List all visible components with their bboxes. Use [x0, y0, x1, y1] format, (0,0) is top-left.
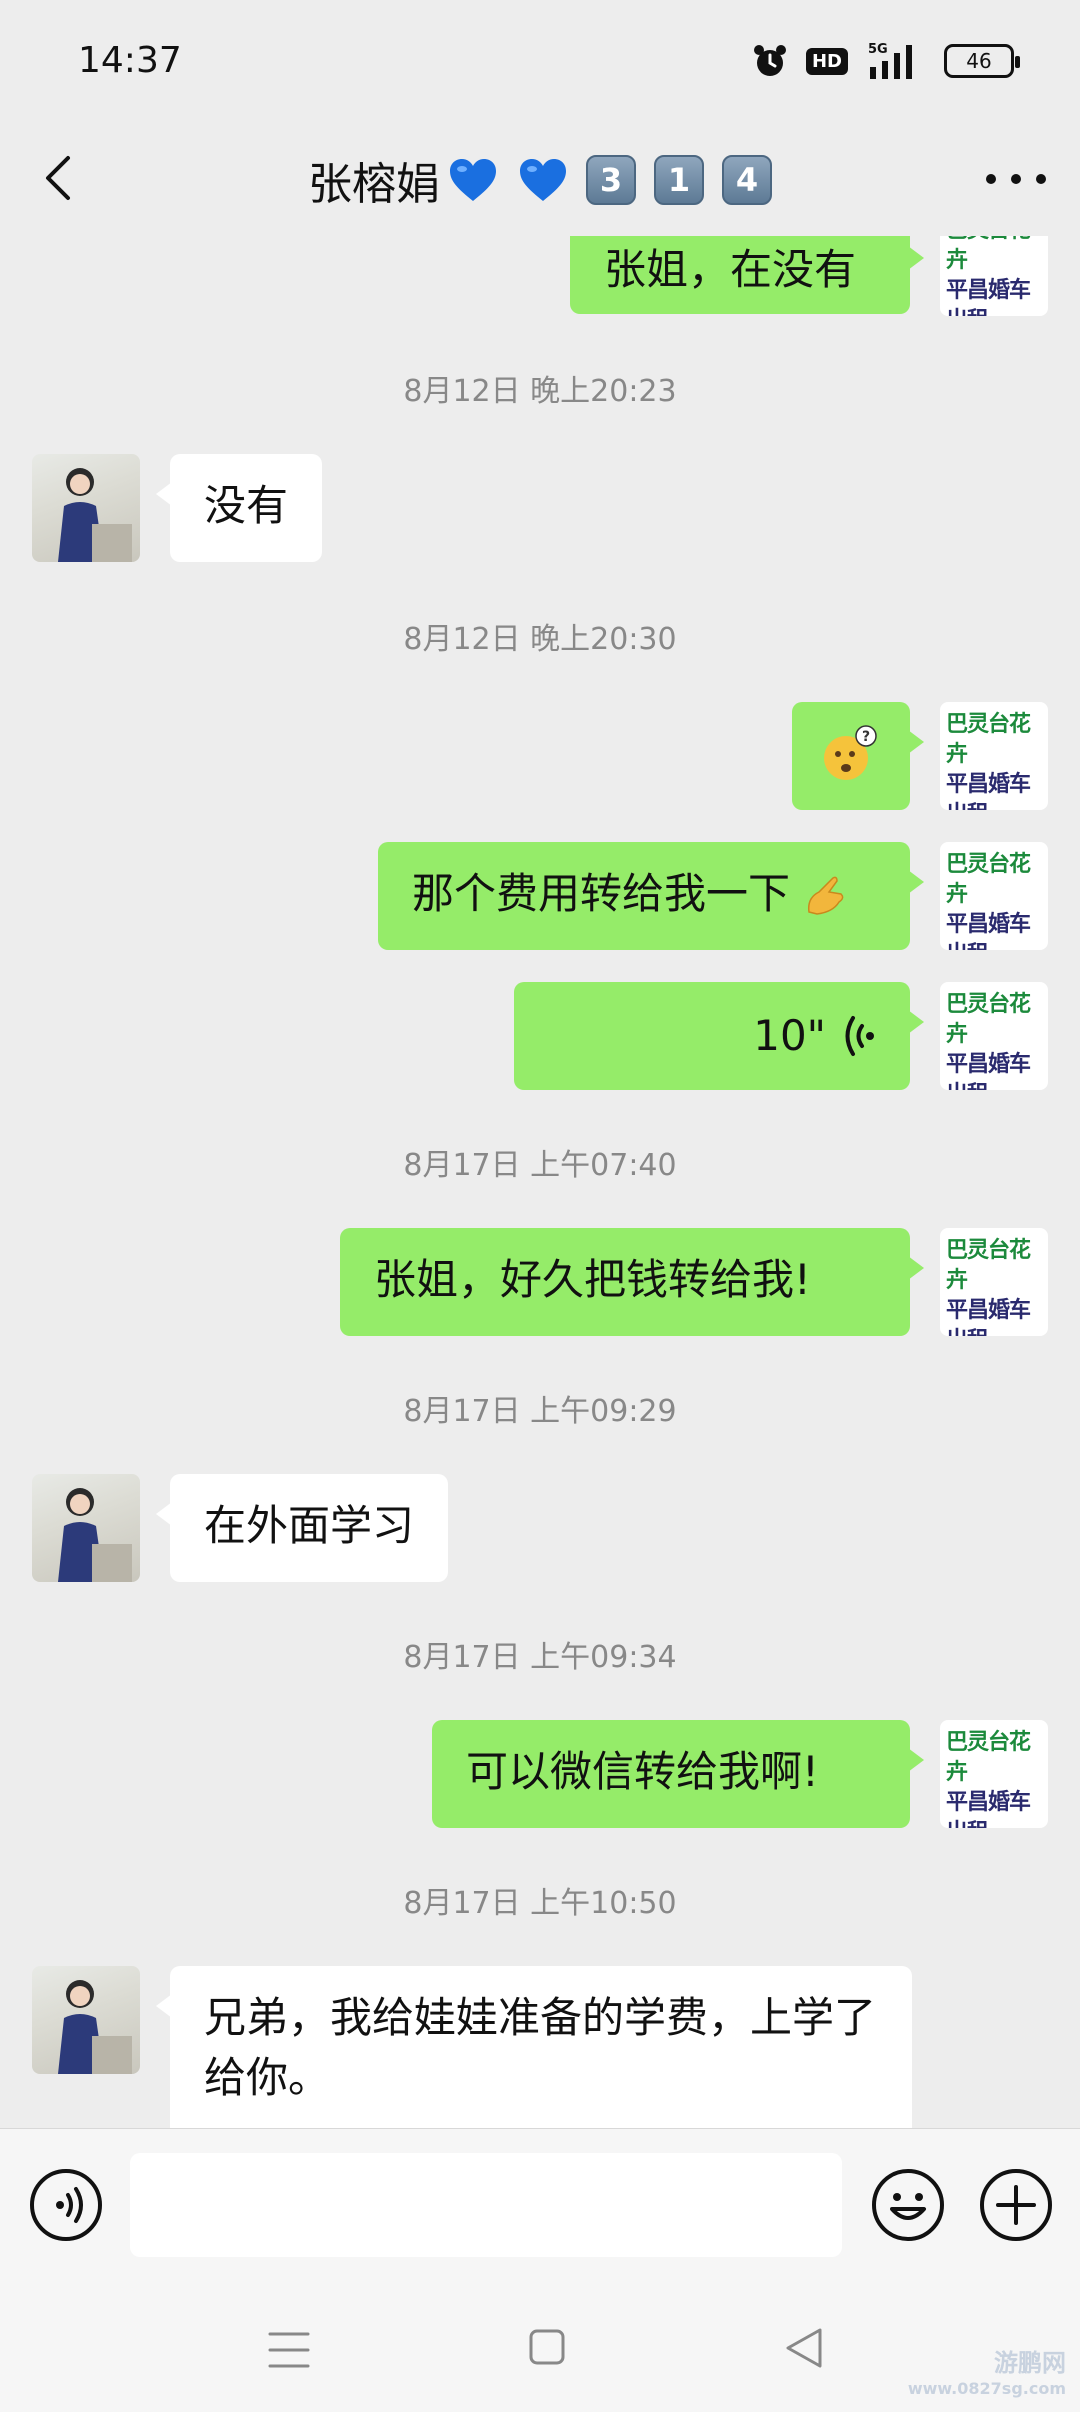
emoji-icon[interactable] [870, 2167, 946, 2243]
battery-level: 46 [966, 49, 992, 73]
my-avatar[interactable]: 巴灵台花卉 平昌婚车出租 15882735224 [940, 1720, 1048, 1828]
timestamp: 8月17日 上午09:29 [403, 1394, 677, 1429]
message-text: 张姐，在没有 [604, 245, 857, 294]
message-outgoing[interactable]: 张姐，好久把钱转给我! [340, 1228, 924, 1336]
message-outgoing[interactable]: 那个费用转给我一下 [378, 842, 924, 950]
message-incoming[interactable]: 在外面学习 [155, 1474, 449, 1582]
heart-icon [520, 159, 566, 201]
keycap-3: 3 [586, 155, 636, 205]
timestamp: 8月12日 晚上20:23 [403, 374, 677, 409]
plus-icon[interactable] [978, 2167, 1054, 2243]
message-input[interactable] [130, 2153, 842, 2257]
more-icon[interactable] [986, 164, 1046, 194]
signal-icon: 5G [868, 42, 912, 79]
message-text: 那个费用转给我一下 [412, 869, 791, 918]
voice-message[interactable]: 10" [514, 982, 924, 1090]
voice-input-icon[interactable] [28, 2167, 104, 2243]
timestamp: 8月17日 上午10:50 [403, 1886, 677, 1921]
title-row[interactable]: 张榕娟 3 1 4 [0, 144, 1080, 216]
status-bar: 14:37 HD 5G 46 [0, 0, 1080, 120]
heart-icon [450, 159, 496, 201]
status-icons: HD 5G 46 [752, 40, 1020, 82]
chat-title: 张榕娟 [308, 159, 440, 210]
system-nav-bar: 游鹏网 www.0827sg.com [0, 2282, 1080, 2412]
ok-hand-icon [808, 876, 844, 915]
svg-text:5G: 5G [868, 42, 888, 57]
message-text: 在外面学习 [204, 1501, 415, 1550]
home-icon[interactable] [528, 2328, 566, 2366]
message-text: 没有 [204, 481, 289, 530]
message-outgoing[interactable]: 张姐，在没有 [570, 236, 924, 314]
chat-header: 张榕娟 3 1 4 [0, 120, 1080, 240]
message-outgoing-emoji[interactable]: ? [792, 702, 924, 810]
my-avatar[interactable]: 巴灵台花卉 平昌婚车出租 15882735224 [940, 982, 1048, 1090]
my-avatar[interactable]: 巴灵台花卉 平昌婚车出租 15882735224 [940, 842, 1048, 950]
chat-area[interactable]: 张姐，在没有 巴灵台花卉 平昌婚车出租 15882735224 8月12日 晚上… [0, 236, 1080, 2128]
thinking-face-icon: ? [824, 725, 877, 780]
nav-back-icon[interactable] [784, 2326, 824, 2370]
contact-avatar[interactable] [32, 1966, 140, 2074]
contact-avatar[interactable] [32, 1474, 140, 1582]
message-text: 张姐，好久把钱转给我! [374, 1255, 811, 1304]
my-avatar[interactable]: 巴灵台花卉 平昌婚车出租 15882735224 [940, 702, 1048, 810]
message-outgoing[interactable]: 可以微信转给我啊! [432, 1720, 924, 1828]
voice-wave-icon [845, 1016, 874, 1056]
keycap-1: 1 [654, 155, 704, 205]
message-text: 兄弟，我给娃娃准备的学费，上学了给你。 [204, 1993, 877, 2102]
keycap-4: 4 [722, 155, 772, 205]
message-text: 可以微信转给我啊! [466, 1747, 819, 1796]
my-avatar[interactable]: 巴灵台花卉 平昌婚车出租 15882735224 [940, 1228, 1048, 1336]
hd-badge: HD [805, 47, 848, 75]
alarm-icon [753, 45, 786, 76]
svg-text:?: ? [862, 729, 870, 745]
message-incoming[interactable]: 兄弟，我给娃娃准备的学费，上学了给你。 [156, 1966, 912, 2128]
my-avatar[interactable]: 巴灵台花卉 平昌婚车出租 15882735224 [940, 236, 1048, 316]
message-incoming[interactable]: 没有 [155, 454, 323, 562]
input-bar [0, 2128, 1080, 2282]
timestamp: 8月12日 晚上20:30 [403, 622, 677, 657]
voice-duration: 10" [753, 1011, 826, 1060]
contact-avatar[interactable] [32, 454, 140, 562]
recent-apps-icon[interactable] [268, 2330, 310, 2370]
watermark: 游鹏网 www.0827sg.com [907, 2349, 1066, 2398]
battery-icon: 46 [944, 44, 1020, 78]
status-time: 14:37 [78, 40, 182, 81]
timestamp: 8月17日 上午07:40 [403, 1148, 677, 1183]
timestamp: 8月17日 上午09:34 [403, 1640, 677, 1675]
